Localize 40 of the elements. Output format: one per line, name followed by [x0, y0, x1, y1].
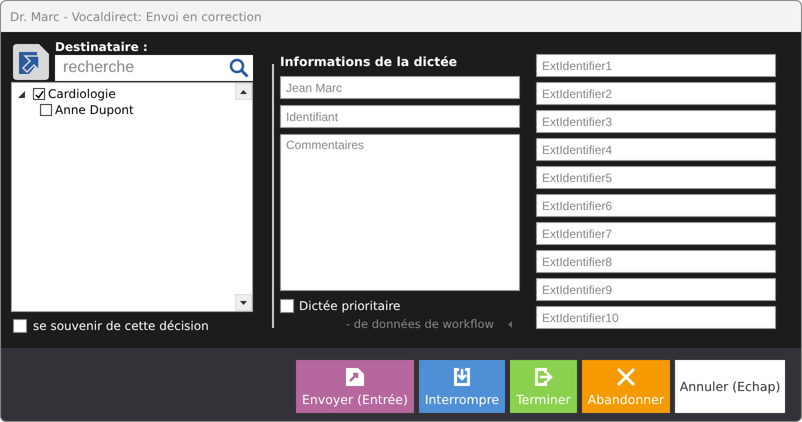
tree-item-label[interactable]: Cardiologie — [48, 87, 116, 101]
scroll-up-button[interactable] — [235, 83, 252, 100]
ext-identifier-field[interactable]: ExtIdentifier4 — [536, 138, 776, 161]
ext-identifier-field[interactable]: ExtIdentifier2 — [536, 82, 776, 105]
identifier-field[interactable]: Identifiant — [280, 105, 520, 128]
scroll-down-button[interactable] — [235, 294, 252, 311]
tree-checkbox[interactable] — [40, 104, 52, 116]
remember-label: se souvenir de cette décision — [33, 319, 209, 333]
workflow-toggle-link[interactable]: - de données de workflow — [346, 317, 494, 331]
ext-identifier-field[interactable]: ExtIdentifier7 — [536, 222, 776, 245]
ext-identifier-field[interactable]: ExtIdentifier6 — [536, 194, 776, 217]
tree-item-label[interactable]: Anne Dupont — [55, 103, 134, 117]
comments-field[interactable]: Commentaires — [280, 134, 520, 291]
recipient-label: Destinataire : — [55, 40, 149, 54]
author-field[interactable]: Jean Marc — [280, 76, 520, 99]
priority-label: Dictée prioritaire — [299, 299, 400, 313]
tree-checkbox[interactable] — [33, 88, 45, 100]
down-arrow-icon — [240, 300, 247, 304]
section-title: Informations de la dictée — [280, 54, 458, 68]
send-icon — [11, 42, 51, 82]
send-button[interactable]: Envoyer (Entrée) — [296, 360, 414, 413]
ext-identifier-field[interactable]: ExtIdentifier1 — [536, 54, 776, 77]
search-field[interactable]: recherche — [55, 55, 253, 81]
send-icon — [344, 366, 366, 388]
exit-icon — [532, 366, 554, 388]
window-title: Dr. Marc - Vocaldirect: Envoi en correction — [1, 1, 801, 32]
remember-checkbox[interactable] — [13, 319, 27, 333]
cancel-button[interactable]: Annuler (Echap) — [675, 360, 785, 413]
close-icon — [614, 366, 637, 388]
expand-toggle-icon[interactable] — [18, 90, 25, 98]
search-icon[interactable] — [229, 58, 249, 78]
priority-checkbox[interactable] — [280, 299, 294, 313]
collapse-icon[interactable] — [508, 320, 512, 328]
ext-identifier-field[interactable]: ExtIdentifier8 — [536, 250, 776, 273]
ext-identifier-field[interactable]: ExtIdentifier9 — [536, 278, 776, 301]
up-arrow-icon — [240, 90, 247, 94]
interrupt-button[interactable]: Interrompre — [418, 360, 506, 413]
ext-identifier-field[interactable]: ExtIdentifier10 — [536, 306, 776, 329]
ext-identifier-field[interactable]: ExtIdentifier3 — [536, 110, 776, 133]
ext-identifier-field[interactable]: ExtIdentifier5 — [536, 166, 776, 189]
